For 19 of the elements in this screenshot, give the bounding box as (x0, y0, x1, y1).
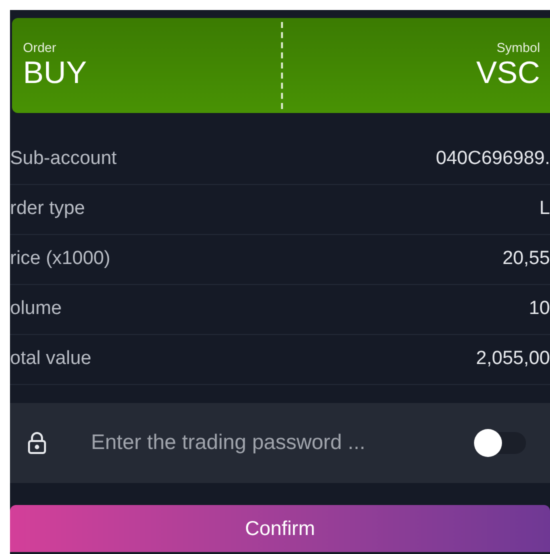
field-value: 10 (528, 297, 550, 322)
password-field[interactable]: Enter the trading password ... (10, 403, 550, 483)
field-value: 040C696989. (436, 147, 550, 172)
symbol-label: Symbol (496, 40, 540, 54)
field-label: otal value (10, 347, 92, 372)
order-side: BUY (23, 54, 88, 92)
password-input[interactable]: Enter the trading password ... (91, 427, 474, 459)
confirm-button[interactable]: Confirm (10, 505, 550, 552)
field-label: olume (10, 297, 62, 322)
field-value: L (539, 197, 550, 222)
field-label: rice (x1000) (10, 247, 110, 272)
field-label: rder type (10, 197, 85, 222)
order-label: Order (23, 40, 58, 54)
lock-icon (27, 431, 47, 455)
visibility-toggle[interactable] (474, 432, 526, 454)
field-label: Sub-account (10, 147, 117, 172)
field-value: 2,055,00 (476, 347, 550, 372)
symbol-value: VSC (476, 54, 540, 92)
field-value: 20,55 (502, 247, 550, 272)
